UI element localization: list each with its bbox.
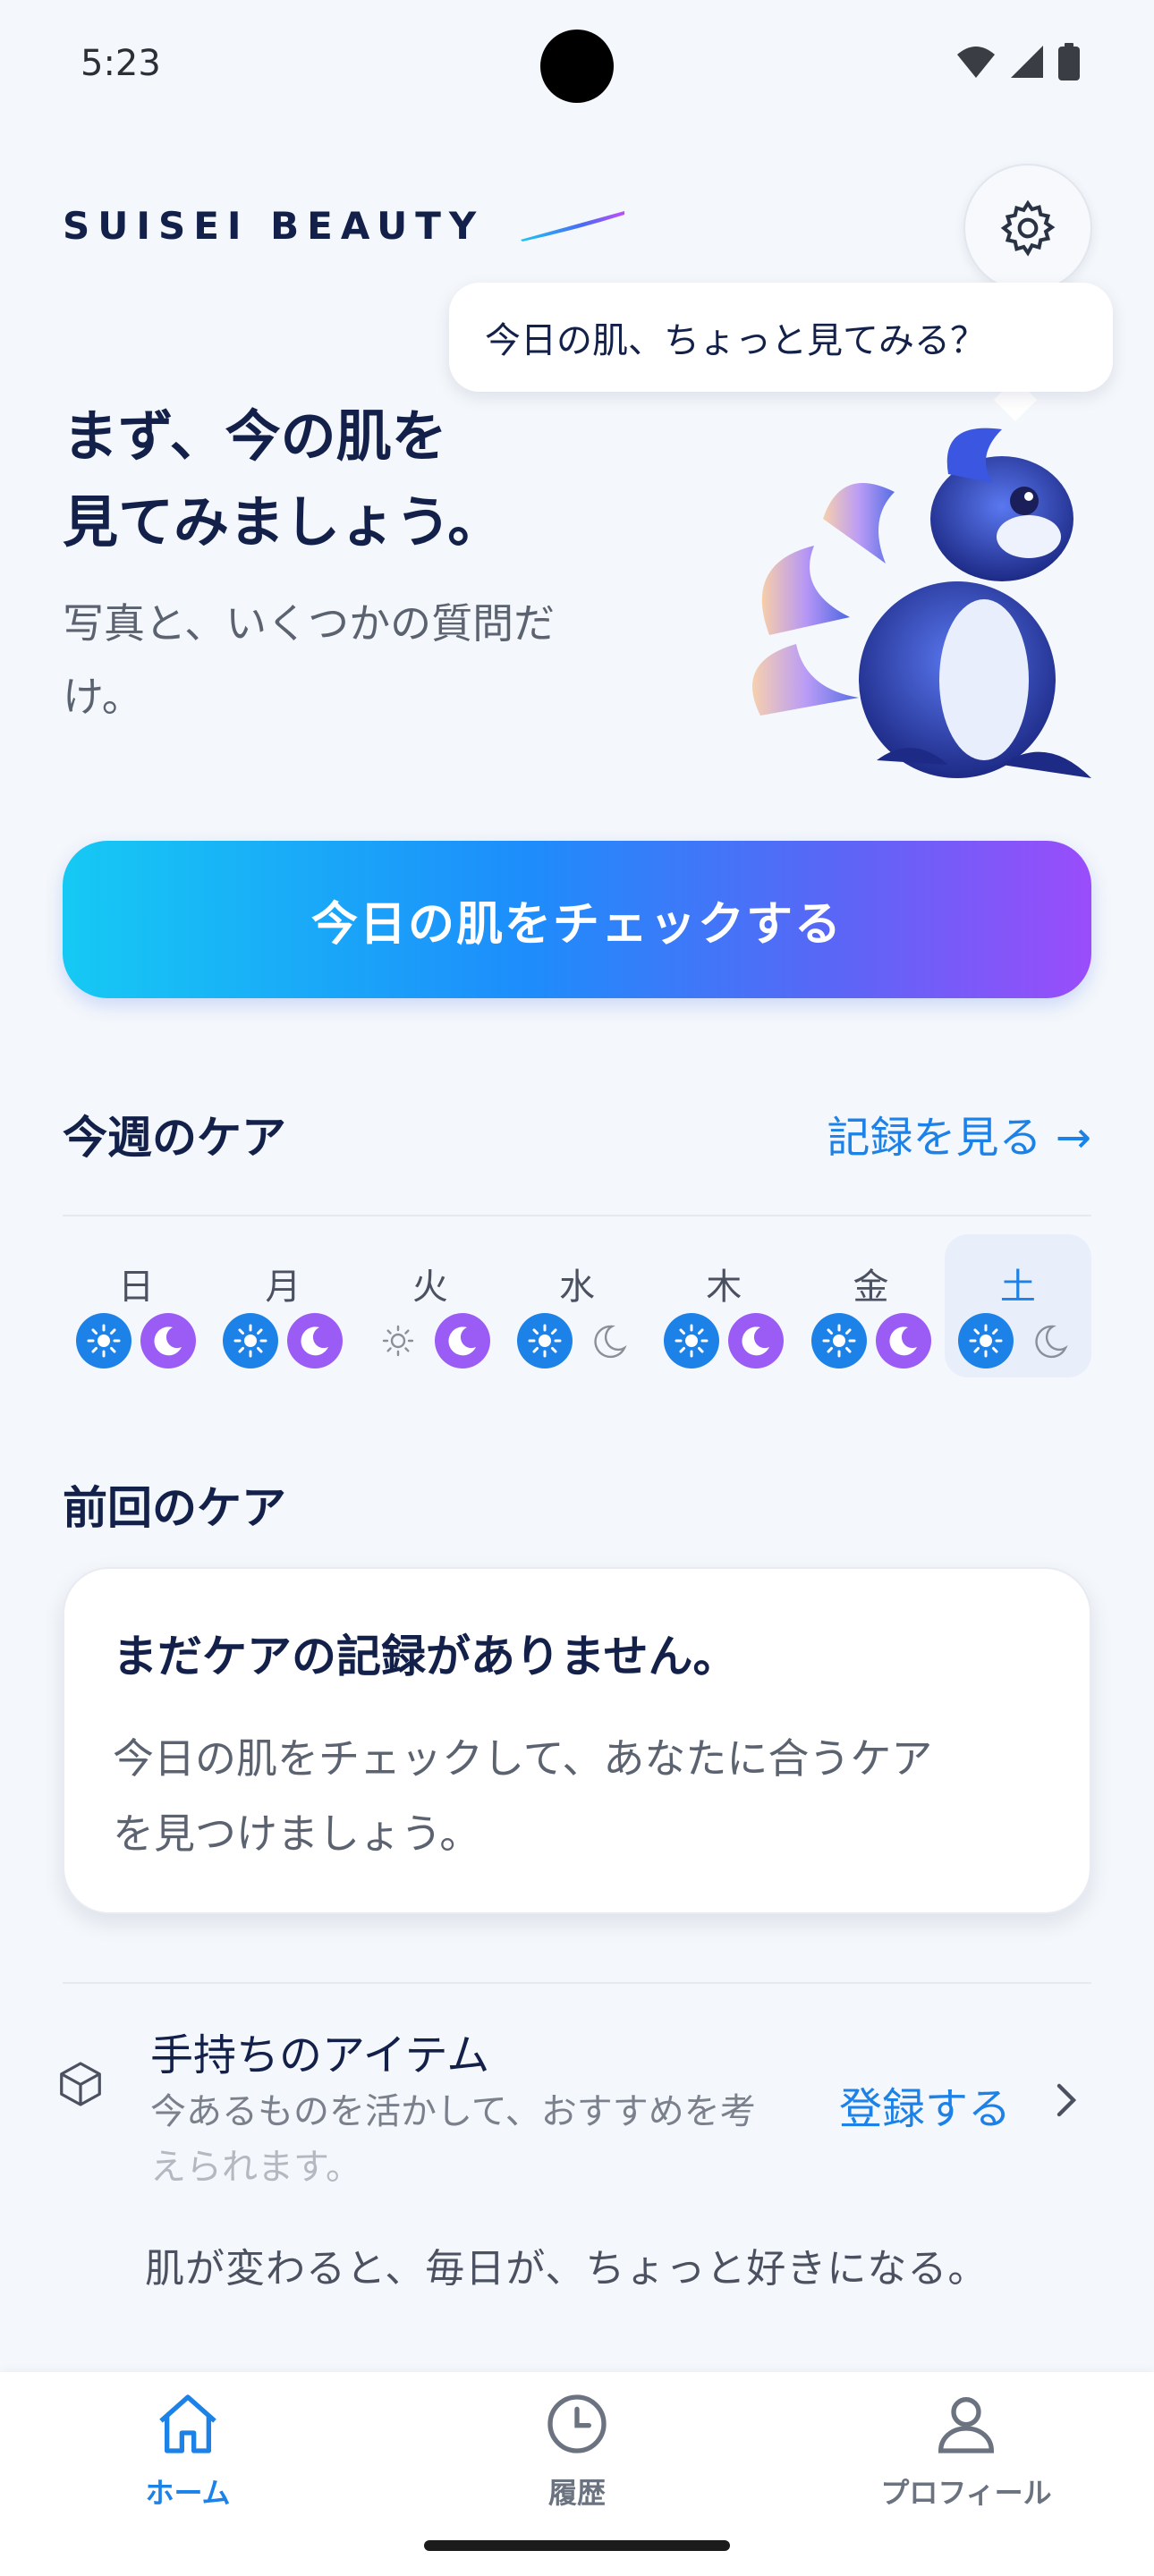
day-label: 日 — [118, 1267, 155, 1308]
day-label: 金 — [853, 1267, 889, 1308]
day-icons — [74, 1311, 198, 1370]
sun-done-icon — [221, 1311, 280, 1370]
card-body: 今日の肌をチェックして、あなたに合うケア を見つけましょう。 — [113, 1721, 1041, 1871]
moon-done-icon — [139, 1311, 198, 1370]
day-column[interactable]: 土 — [944, 1234, 1091, 1377]
day-icons — [221, 1311, 344, 1370]
moon-done-icon — [874, 1311, 933, 1370]
brand-logo: SUISEI BEAUTY — [63, 204, 485, 248]
items-title: 手持ちのアイテム — [150, 2030, 490, 2080]
day-column[interactable]: 金 — [797, 1234, 944, 1377]
day-icons — [369, 1311, 492, 1370]
day-icons — [515, 1311, 639, 1370]
battery-icon — [1058, 43, 1080, 80]
check-skin-button[interactable]: 今日の肌をチェックする — [63, 841, 1091, 998]
day-label: 水 — [558, 1267, 595, 1308]
hero-title-line2: 見てみましょう。 — [63, 489, 504, 555]
hero-subtitle-line1: 写真と、いくつかの質問だ — [63, 599, 556, 648]
gesture-home-bar[interactable] — [424, 2540, 730, 2551]
last-care-card: まだケアの記録がありません。 今日の肌をチェックして、あなたに合うケア を見つけ… — [63, 1567, 1091, 1914]
moon-done-icon — [285, 1311, 344, 1370]
person-icon — [938, 2397, 995, 2453]
day-column[interactable]: 日 — [63, 1234, 209, 1377]
hero-subtitle-line2: け。 — [63, 673, 143, 721]
gear-icon — [1000, 199, 1056, 257]
moon-done-icon — [433, 1311, 492, 1370]
day-icons — [810, 1311, 933, 1370]
sun-done-icon — [662, 1311, 721, 1370]
day-column[interactable]: 月 — [209, 1234, 356, 1377]
sun-done-icon — [515, 1311, 574, 1370]
status-icons — [955, 43, 1081, 80]
items-subtitle-line1: 今あるものを活かして、おすすめを考 — [150, 2091, 756, 2132]
register-items-button[interactable]: 登録する — [839, 2073, 1011, 2136]
day-label: 木 — [706, 1267, 742, 1308]
nav-profile-label: プロフィール — [880, 2476, 1052, 2510]
nav-profile[interactable]: プロフィール — [859, 2388, 1073, 2512]
moon-done-icon — [726, 1311, 785, 1370]
home-icon — [159, 2394, 216, 2453]
nav-history-label: 履歴 — [547, 2476, 606, 2510]
sun-done-icon — [74, 1311, 133, 1370]
day-column[interactable]: 水 — [504, 1234, 650, 1377]
nav-home-label: ホーム — [145, 2476, 231, 2510]
card-body-line2: を見つけましょう。 — [113, 1809, 481, 1858]
items-subtitle: 今あるものを活かして、おすすめを考 えられます。 — [150, 2084, 812, 2195]
nav-home[interactable]: ホーム — [81, 2388, 295, 2512]
clock-icon — [547, 2394, 607, 2453]
moon-empty-icon — [1021, 1311, 1080, 1370]
settings-button[interactable] — [963, 164, 1092, 292]
week-care-title: 今週のケア — [63, 1112, 286, 1164]
sun-done-icon — [956, 1311, 1015, 1370]
chevron-right-icon[interactable] — [1050, 2080, 1082, 2120]
view-records-link[interactable]: 記録を見る → — [827, 1102, 1091, 1165]
divider — [63, 1215, 1091, 1216]
day-icons — [662, 1311, 785, 1370]
last-care-title: 前回のケア — [63, 1482, 286, 1534]
tagline: 肌が変わると、毎日が、ちょっと好きになる。 — [145, 2246, 989, 2292]
day-label: 土 — [999, 1267, 1036, 1308]
hero-title-line1: まず、今の肌を — [63, 403, 447, 469]
box-icon — [60, 2062, 101, 2106]
day-column[interactable]: 火 — [357, 1234, 504, 1377]
day-icons — [956, 1311, 1080, 1370]
brand-swoosh-icon — [521, 211, 624, 242]
hero-subtitle: 写真と、いくつかの質問だ け。 — [63, 587, 635, 733]
camera-cutout — [540, 30, 614, 103]
status-time: 5:23 — [81, 43, 161, 84]
mascot-speech-bubble: 今日の肌、ちょっと見てみる？ — [449, 283, 1113, 392]
sun-done-icon — [810, 1311, 869, 1370]
hero-title: まず、今の肌を 見てみましょう。 — [63, 394, 503, 565]
wifi-icon — [957, 47, 995, 78]
nav-history[interactable]: 履歴 — [470, 2388, 684, 2512]
divider — [63, 1982, 1091, 1984]
week-care-tracker: 日月火水木金土 — [63, 1234, 1091, 1377]
day-label: 火 — [412, 1267, 448, 1308]
mascot-creature-icon — [752, 428, 1091, 778]
sun-empty-icon — [369, 1311, 428, 1370]
card-body-line1: 今日の肌をチェックして、あなたに合うケア — [113, 1734, 933, 1783]
day-label: 月 — [265, 1267, 301, 1308]
signal-icon — [1011, 46, 1043, 78]
items-subtitle-line2: えられます。 — [150, 2147, 361, 2188]
card-title: まだケアの記録がありません。 — [113, 1631, 738, 1682]
moon-empty-icon — [580, 1311, 639, 1370]
day-column[interactable]: 木 — [650, 1234, 797, 1377]
items-row[interactable] — [54, 2057, 125, 2129]
